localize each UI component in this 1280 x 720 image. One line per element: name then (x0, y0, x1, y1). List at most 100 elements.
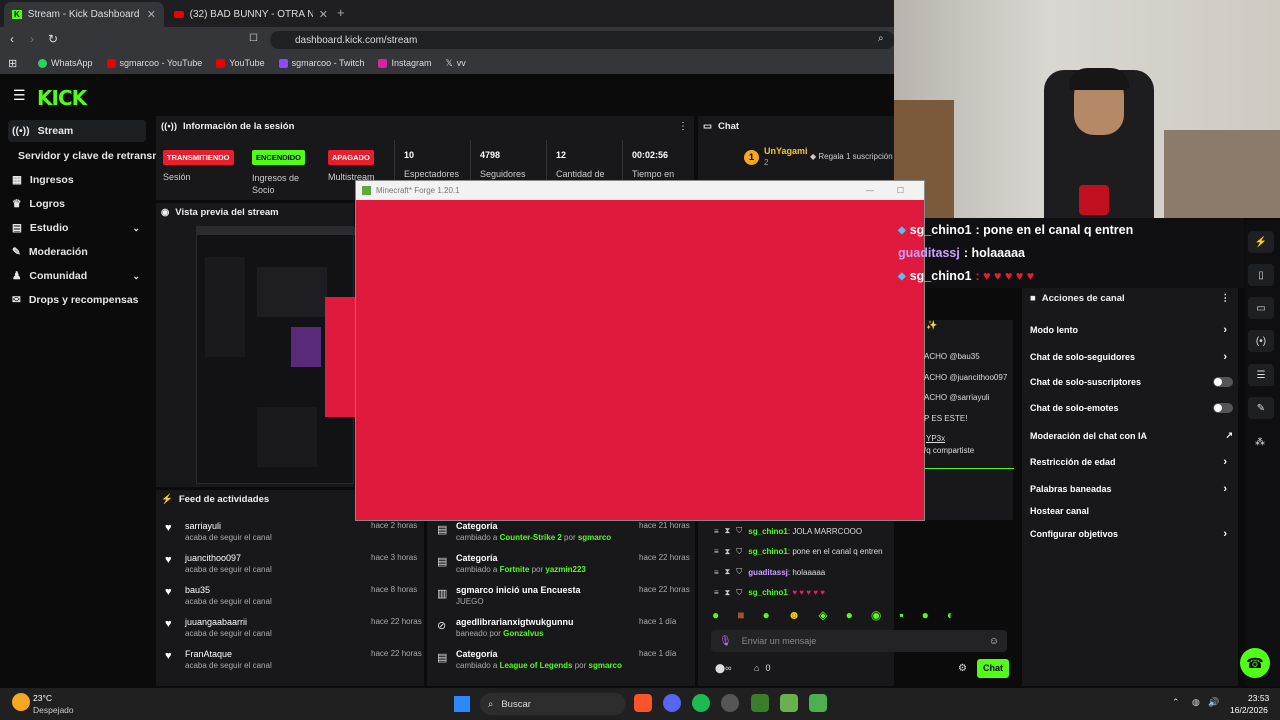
bookmark-x[interactable]: 𝕏vv (446, 58, 466, 69)
sidebar-item-server[interactable]: Servidor y clave de retransm (14, 145, 164, 167)
sidebar-item-estudio[interactable]: ▤ Estudio ⌄ (8, 217, 146, 239)
minecraft-icon[interactable] (751, 694, 769, 712)
back-icon[interactable]: ‹ (10, 32, 14, 46)
brave-icon[interactable] (634, 694, 652, 712)
action-modo-lento[interactable]: Modo lento › (1030, 324, 1233, 336)
browser-tab-youtube[interactable]: (32) BAD BUNNY - OTRA NOCHE EN ✕ (166, 2, 336, 27)
menu-icon[interactable]: ☰ (13, 87, 26, 104)
close-icon[interactable]: ✕ (319, 8, 328, 21)
gift-sub-text[interactable]: ◆ Regala 1 suscripción (810, 152, 893, 161)
users-icon[interactable]: ⁂ (1255, 437, 1265, 448)
emote-icon[interactable]: ● (763, 608, 770, 622)
stream-preview-video[interactable] (196, 226, 355, 484)
layout-icon[interactable]: ☰ (1248, 364, 1274, 386)
desc-by[interactable]: sgmarco (578, 533, 611, 542)
bookmark-icon[interactable]: ☐ (249, 33, 258, 44)
action-chat-de-solo-emotes[interactable]: Chat de solo-emotes (1030, 403, 1233, 413)
chat-input[interactable]: 🎙 Enviar un mensaje ☺ (711, 630, 1007, 652)
sidebar-item-stream[interactable]: ((•)) Stream (8, 120, 146, 142)
send-chat-button[interactable]: Chat (977, 659, 1009, 678)
maximize-icon[interactable]: ☐ (897, 186, 904, 195)
tray-chevron-icon[interactable]: ⌃ (1172, 697, 1180, 708)
chat-icon[interactable]: ▭ (1248, 297, 1274, 319)
bookmark-instagram[interactable]: Instagram (378, 58, 432, 68)
volume-icon[interactable]: 🔊 (1208, 697, 1219, 708)
document-icon[interactable]: ▯ (1248, 264, 1274, 286)
timeout-icon[interactable]: ⧗ (725, 588, 731, 598)
emote-icon[interactable]: ▪ (899, 608, 903, 622)
emote-icon[interactable]: ◐ (947, 608, 954, 622)
obs-icon[interactable] (721, 694, 739, 712)
more-icon[interactable]: ⋮ (678, 121, 688, 132)
feed-item-title[interactable]: Categoría (456, 521, 498, 531)
feed-item-name[interactable]: bau35 (185, 585, 210, 595)
chat-username[interactable]: sg_chino1 (748, 547, 788, 556)
taskbar-search[interactable]: ⌕ Buscar (480, 693, 626, 715)
network-icon[interactable]: ◍ (1192, 697, 1200, 708)
bookmark-sgmarcoo-youtube[interactable]: sgmarcoo - YouTube (106, 58, 202, 68)
emote-icon[interactable]: ◉ (871, 608, 881, 622)
feed-item-title[interactable]: Categoría (456, 553, 498, 563)
clock-time[interactable]: 23:53 (1248, 693, 1269, 703)
sidebar-item-moderacion[interactable]: ✎ Moderación (8, 241, 146, 263)
desc-highlight[interactable]: League of Legends (500, 661, 573, 670)
action-chat-de-solo-suscriptores[interactable]: Chat de solo-suscriptores (1030, 377, 1233, 387)
emoji-icon[interactable]: ☺ (989, 636, 999, 647)
minimize-icon[interactable]: — (866, 186, 874, 195)
emote-icon[interactable]: ● (922, 608, 929, 622)
apps-icon[interactable]: ⊞ (8, 57, 17, 70)
minecraft-forge-icon[interactable] (809, 694, 827, 712)
broadcast-icon[interactable]: (•) (1248, 330, 1274, 352)
discord-icon[interactable] (663, 694, 681, 712)
bolt-icon[interactable]: ⚡ (1248, 231, 1274, 253)
emote-icon[interactable]: ◈ (818, 608, 827, 622)
action-configurar-objetivos[interactable]: Configurar objetivos › (1030, 528, 1233, 540)
feed-item-title[interactable]: sgmarco inició una Encuesta (456, 585, 581, 595)
timeout-icon[interactable]: ⧗ (725, 547, 731, 557)
sidebar-item-logros[interactable]: ♛ Logros (8, 193, 146, 215)
mic-icon[interactable]: 🎙 (719, 636, 732, 647)
kick-logo[interactable]: KICK (37, 86, 87, 110)
zoom-icon[interactable]: ⌕ (878, 33, 884, 44)
feed-item-title[interactable]: Categoría (456, 649, 498, 659)
minecraft-launcher-icon[interactable] (780, 694, 798, 712)
feed-item-title[interactable]: agedlibrarianxigtwukgunnu (456, 617, 574, 627)
desc-by[interactable]: sgmarco (589, 661, 622, 670)
sidebar-item-drops[interactable]: ✉ Drops y recompensas (8, 289, 146, 311)
action-chat-de-solo-seguidores[interactable]: Chat de solo-seguidores › (1030, 351, 1233, 363)
timeout-icon[interactable]: ⧗ (725, 526, 731, 536)
url-input[interactable]: dashboard.kick.com/stream (270, 31, 895, 49)
support-icon[interactable]: ☎ (1240, 648, 1270, 678)
bookmark-whatsapp[interactable]: WhatsApp (38, 58, 93, 68)
desc-highlight[interactable]: Gonzalvus (503, 629, 543, 638)
new-tab-button[interactable]: + (337, 5, 345, 20)
feed-item-name[interactable]: juancithoo097 (185, 553, 241, 563)
action-palabras-baneadas[interactable]: Palabras baneadas › (1030, 483, 1233, 495)
chat-username[interactable]: sg_chino1 (748, 527, 788, 536)
bookmark-youtube[interactable]: YouTube (216, 58, 265, 68)
emote-icon[interactable]: ● (846, 608, 853, 622)
feed-item-name[interactable]: FranAtaque (185, 649, 232, 659)
chat-username[interactable]: guaditassj (748, 568, 788, 577)
emote-icon[interactable]: ☻ (788, 608, 801, 622)
more-icon[interactable]: ⋮ (1221, 293, 1231, 304)
top-gifter-name[interactable]: UnYagami (764, 146, 808, 156)
weather-temp[interactable]: 23°C (33, 693, 52, 703)
desc-highlight[interactable]: Counter-Strike 2 (500, 533, 562, 542)
timeout-icon[interactable]: ⧗ (725, 567, 731, 577)
toggle-switch[interactable] (1213, 377, 1233, 387)
feed-item-name[interactable]: juuangaabaarrii (185, 617, 247, 627)
toggle-switch[interactable] (1213, 403, 1233, 413)
windows-start-icon[interactable] (454, 696, 470, 712)
action-restricci-n-de-edad[interactable]: Restricción de edad › (1030, 456, 1233, 468)
minecraft-window[interactable]: Minecraft* Forge 1.20.1 — ☐ (355, 180, 925, 521)
settings-icon[interactable]: ⚙ (958, 663, 967, 674)
sidebar-item-comunidad[interactable]: ♟ Comunidad ⌄ (8, 265, 146, 287)
spotify-icon[interactable] (692, 694, 710, 712)
emote-icon[interactable]: ■ (737, 608, 744, 622)
action-hostear-canal[interactable]: Hostear canal (1030, 506, 1233, 516)
reload-icon[interactable]: ↻ (48, 32, 58, 46)
desc-highlight[interactable]: Fortnite (500, 565, 530, 574)
forward-icon[interactable]: › (30, 32, 34, 46)
close-icon[interactable]: ✕ (147, 8, 156, 21)
